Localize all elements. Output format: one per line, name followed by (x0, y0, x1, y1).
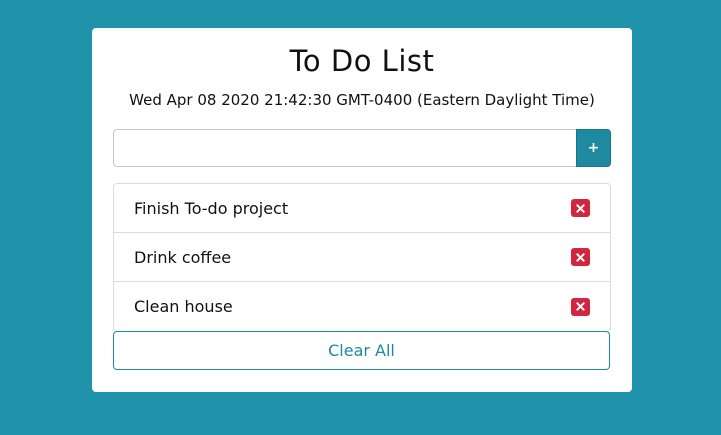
x-icon (576, 302, 585, 311)
todo-card: To Do List Wed Apr 08 2020 21:42:30 GMT-… (92, 28, 632, 392)
list-item: Clean house (114, 282, 610, 331)
todo-item-label: Drink coffee (134, 247, 232, 267)
todo-list: Finish To-do project Drink coffee Clean … (113, 183, 611, 332)
add-button[interactable]: + (576, 129, 611, 167)
page-title: To Do List (289, 44, 435, 78)
x-icon (576, 203, 585, 213)
todo-item-label: Clean house (134, 297, 233, 316)
delete-button[interactable] (571, 199, 590, 217)
x-icon (576, 252, 585, 262)
delete-button[interactable] (571, 248, 590, 266)
current-datetime: Wed Apr 08 2020 21:42:30 GMT-0400 (Easte… (129, 91, 595, 109)
list-item: Drink coffee (114, 233, 610, 282)
todo-input[interactable] (113, 129, 576, 167)
todo-item-label: Finish To-do project (134, 198, 289, 218)
clear-all-button[interactable]: Clear All (113, 331, 610, 370)
list-item: Finish To-do project (114, 184, 610, 233)
add-todo-row: + (113, 129, 611, 167)
delete-button[interactable] (571, 297, 590, 316)
